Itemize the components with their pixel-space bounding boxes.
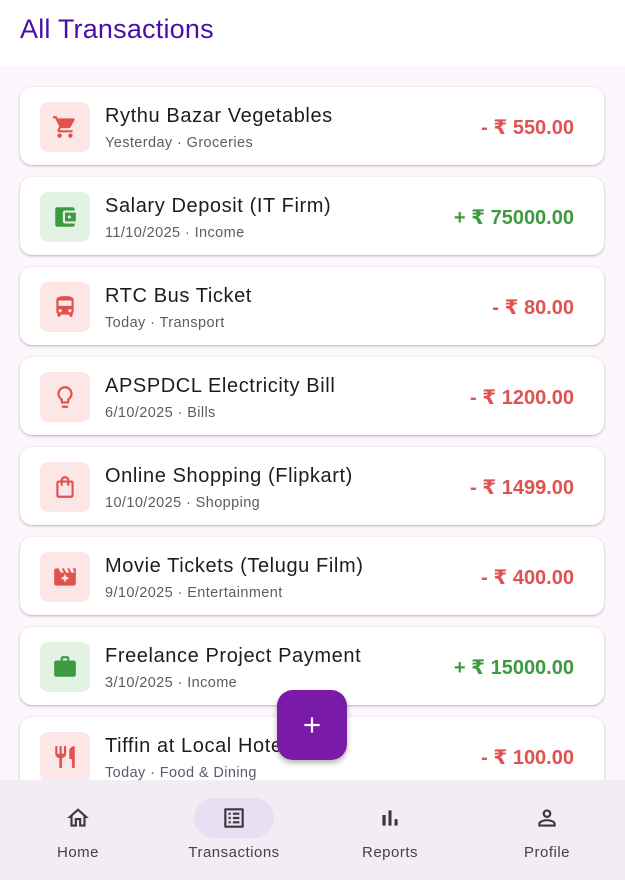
transaction-meta: 6/10/2025 · Bills: [105, 405, 216, 421]
bottom-navigation: Home Transactions Reports Profile: [0, 780, 625, 880]
nav-item-profile[interactable]: Profile: [477, 798, 617, 868]
add-transaction-button[interactable]: [277, 690, 347, 760]
transaction-name: RTC Bus Ticket: [105, 285, 252, 307]
transaction-meta: 11/10/2025 · Income: [105, 225, 245, 241]
transaction-card[interactable]: APSPDCL Electricity Bill 6/10/2025 · Bil…: [20, 357, 604, 435]
transaction-amount: + ₹ 15000.00: [453, 657, 574, 679]
transaction-meta: 3/10/2025 · Income: [105, 675, 238, 691]
transaction-meta: 10/10/2025 · Shopping: [105, 495, 261, 511]
page-title: All Transactions: [20, 14, 214, 44]
restaurant-icon: [40, 732, 90, 780]
nav-label: Reports: [361, 844, 419, 861]
transaction-card[interactable]: Movie Tickets (Telugu Film) 9/10/2025 · …: [20, 537, 604, 615]
transaction-card[interactable]: Online Shopping (Flipkart) 10/10/2025 · …: [20, 447, 604, 525]
nav-label: Transactions: [188, 844, 280, 861]
bus-icon: [40, 282, 90, 332]
bar-chart-icon: [350, 798, 430, 838]
transaction-name: Freelance Project Payment: [105, 645, 362, 667]
shopping-bag-icon: [40, 462, 90, 512]
transaction-card[interactable]: Salary Deposit (IT Firm) 11/10/2025 · In…: [20, 177, 604, 255]
person-icon: [507, 798, 587, 838]
transaction-amount: - ₹ 1499.00: [470, 477, 574, 499]
nav-label: Home: [56, 844, 99, 861]
nav-item-transactions[interactable]: Transactions: [164, 798, 304, 868]
transaction-card[interactable]: RTC Bus Ticket Today · Transport - ₹ 80.…: [20, 267, 604, 345]
home-icon: [38, 798, 118, 838]
transaction-amount: - ₹ 1200.00: [470, 387, 574, 409]
transaction-meta: Yesterday · Groceries: [105, 135, 254, 151]
lightbulb-icon: [40, 372, 90, 422]
transaction-name: APSPDCL Electricity Bill: [105, 375, 336, 397]
transaction-amount: + ₹ 75000.00: [453, 207, 574, 229]
transaction-meta: Today · Transport: [105, 315, 225, 331]
cart-icon: [40, 102, 90, 152]
transaction-name: Tiffin at Local Hotel: [105, 735, 288, 757]
transaction-name: Salary Deposit (IT Firm): [105, 195, 332, 217]
transaction-amount: - ₹ 550.00: [481, 117, 574, 139]
transaction-meta: Today · Food & Dining: [105, 765, 257, 780]
movie-icon: [40, 552, 90, 602]
nav-item-home[interactable]: Home: [8, 798, 148, 868]
transaction-card[interactable]: Rythu Bazar Vegetables Yesterday · Groce…: [20, 87, 604, 165]
transaction-name: Movie Tickets (Telugu Film): [105, 555, 364, 577]
transaction-list[interactable]: Rythu Bazar Vegetables Yesterday · Groce…: [0, 66, 625, 780]
plus-icon: [304, 717, 320, 733]
transaction-name: Rythu Bazar Vegetables: [105, 105, 333, 127]
app-bar: All Transactions: [0, 0, 625, 66]
transaction-amount: - ₹ 400.00: [481, 567, 574, 589]
transaction-amount: - ₹ 100.00: [481, 747, 574, 769]
transaction-amount: - ₹ 80.00: [492, 297, 574, 319]
nav-item-reports[interactable]: Reports: [320, 798, 460, 868]
transaction-meta: 9/10/2025 · Entertainment: [105, 585, 283, 601]
briefcase-icon: [40, 642, 90, 692]
transaction-name: Online Shopping (Flipkart): [105, 465, 353, 487]
wallet-icon: [40, 192, 90, 242]
nav-label: Profile: [523, 844, 571, 861]
list-icon: [194, 798, 274, 838]
